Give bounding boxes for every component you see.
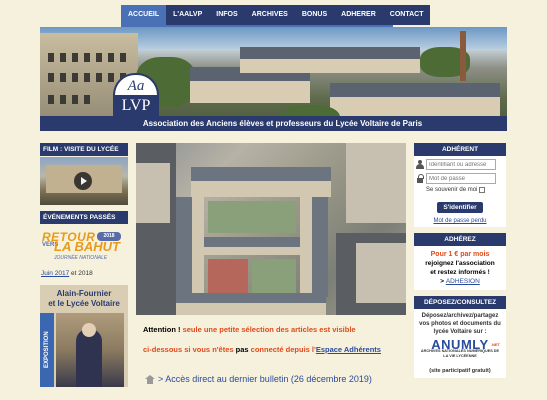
anumly-logo[interactable]: ANUMLY .NET ARCHIVES NATIONALES NUMÉRIQU…: [418, 338, 502, 363]
right-sidebar: ADHÉRENT Se souvenir de moi S'identifier…: [414, 143, 506, 400]
nav-infos[interactable]: INFOS: [209, 5, 245, 25]
adherent-heading: ADHÉRENT: [414, 143, 506, 156]
username-input[interactable]: [426, 159, 496, 170]
header-banner: Aa LVP: [40, 27, 507, 130]
alain-fournier-expo[interactable]: Alain-Fournier et le Lycée Voltaire EXPO…: [40, 285, 128, 387]
home-icon: [145, 374, 155, 384]
user-icon: [416, 160, 424, 169]
nav-adherer[interactable]: ADHERER: [334, 5, 383, 25]
aerial-photo: [136, 143, 406, 315]
lock-icon: [416, 174, 424, 183]
events-heading: ÉVÉNEMENTS PASSÉS: [40, 211, 128, 224]
main-content: Attention ! seule une petite sélection d…: [136, 143, 406, 400]
june-2017-link[interactable]: Juin 2017: [41, 270, 69, 277]
left-sidebar: FILM : VISITE DU LYCÉE ÉVÉNEMENTS PASSÉS…: [40, 143, 128, 400]
login-button[interactable]: S'identifier: [437, 202, 483, 213]
password-input[interactable]: [426, 173, 496, 184]
main-nav: ACCUEIL L'AALVP INFOS ARCHIVES BONUS ADH…: [121, 5, 431, 25]
nav-aalvp[interactable]: L'AALVP: [166, 5, 210, 25]
association-title: Association des Anciens élèves et profes…: [40, 116, 507, 131]
play-icon[interactable]: [74, 172, 92, 190]
nav-bonus[interactable]: BONUS: [294, 5, 335, 25]
deposez-box: Déposez/archivez/partagez vos photos et …: [414, 309, 506, 378]
school-video[interactable]: [40, 157, 128, 205]
remember-me[interactable]: Se souvenir de moi: [426, 187, 504, 193]
adhesion-link[interactable]: ADHESION: [446, 278, 480, 285]
lost-password-link[interactable]: Mot de passe perdu: [416, 218, 504, 224]
nav-archives[interactable]: ARCHIVES: [244, 5, 295, 25]
remember-checkbox[interactable]: [479, 187, 486, 193]
film-heading: FILM : VISITE DU LYCÉE: [40, 143, 128, 156]
login-box: Se souvenir de moi S'identifier Mot de p…: [414, 156, 506, 227]
adhere-box: Pour 1 € par mois rejoignez l'associatio…: [414, 246, 506, 290]
deposez-heading: DÉPOSEZ/CONSULTEZ: [414, 296, 506, 309]
nav-contact[interactable]: CONTACT: [382, 5, 431, 25]
member-area-link[interactable]: Espace Adhérents: [316, 345, 381, 354]
event-year-links: Juin 2017 et 2018: [41, 270, 93, 277]
members-notice: Attention ! seule une petite sélection d…: [143, 325, 381, 354]
latest-bulletin-link[interactable]: > Accès direct au dernier bulletin (26 d…: [136, 374, 406, 384]
nav-accueil[interactable]: ACCUEIL: [121, 5, 167, 25]
adhere-heading: ADHÉREZ: [414, 233, 506, 246]
retour-bahut-poster[interactable]: RETOUR 2018 VERS LA BAHUT JOURNÉE NATION…: [40, 228, 128, 268]
